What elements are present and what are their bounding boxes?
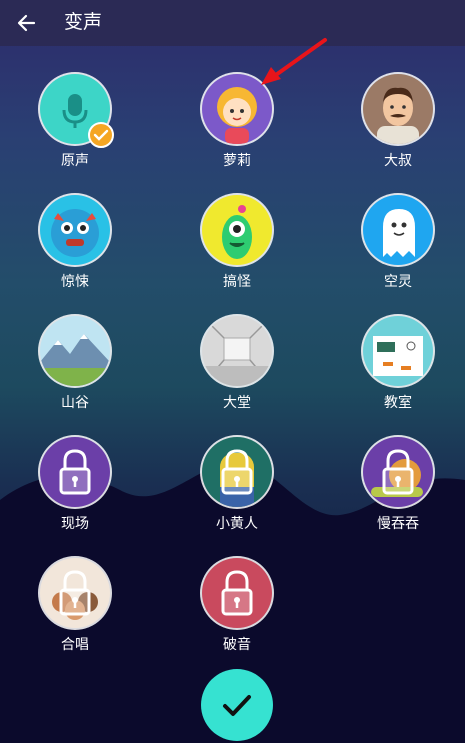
voice-label: 大堂 [223,395,251,411]
voice-item-live[interactable]: 现场 [5,435,145,533]
voice-label: 合唱 [61,637,89,653]
voice-label: 教室 [384,395,412,411]
top-bar: 变声 [0,0,465,46]
voice-label: 慢吞吞 [377,516,419,532]
voice-label: 原声 [61,153,89,169]
annotation-arrow-icon [261,38,327,85]
lock-icon [221,449,253,495]
voice-item-minion[interactable]: 小黄人 [167,435,307,533]
voice-item-slow[interactable]: 慢吞吞 [328,435,465,533]
monster-icon [40,195,110,265]
lock-icon [221,570,253,616]
voice-label: 小黄人 [216,516,258,532]
voice-label: 萝莉 [223,153,251,169]
back-arrow-icon[interactable] [12,8,42,38]
live-thumbnail [40,437,110,507]
minion-thumbnail [202,437,272,507]
voice-item-original[interactable]: 原声 [5,72,145,170]
lock-icon [382,449,414,495]
checkmark-icon [223,695,251,716]
voice-label: 大叔 [384,153,412,169]
voice-item-hall[interactable]: 大堂 [167,314,307,412]
voice-label: 惊悚 [61,274,89,290]
chorus-thumbnail [40,558,110,628]
confirm-button[interactable] [201,669,273,741]
ghost-icon [363,195,433,265]
selected-check-icon [88,122,114,148]
mountain-icon [40,316,110,386]
voice-label: 空灵 [384,274,412,290]
snail-thumbnail [363,437,433,507]
voice-label: 现场 [61,516,89,532]
voice-item-funny[interactable]: 搞怪 [167,193,307,291]
voice-item-chorus[interactable]: 合唱 [5,556,145,654]
hall-icon [202,316,272,386]
voice-item-ethereal[interactable]: 空灵 [328,193,465,291]
page-title: 变声 [64,11,103,33]
voice-item-classroom[interactable]: 教室 [328,314,465,412]
voice-label: 山谷 [61,395,89,411]
lock-icon [59,570,91,616]
break-thumbnail [202,558,272,628]
voice-item-break[interactable]: 破音 [167,556,307,654]
voice-item-uncle[interactable]: 大叔 [328,72,465,170]
lock-icon [59,449,91,495]
voice-item-horror[interactable]: 惊悚 [5,193,145,291]
voice-item-valley[interactable]: 山谷 [5,314,145,412]
voice-label: 破音 [223,637,251,653]
alien-icon [202,195,272,265]
voice-label: 搞怪 [223,274,251,290]
man-avatar-icon [363,74,433,144]
classroom-icon [363,316,433,386]
